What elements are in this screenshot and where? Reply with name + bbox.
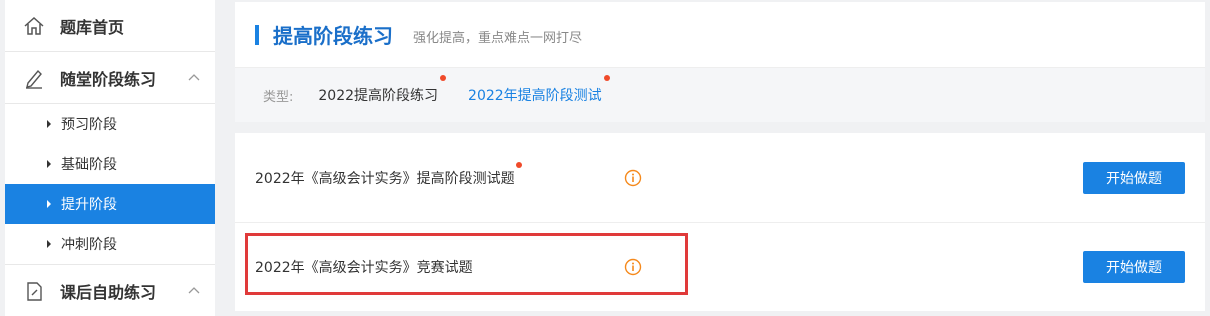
exam-list: 2022年《高级会计实务》提高阶段测试题 开始做题 2022年《高级会计实务》竞… [235,133,1205,311]
type-label: 类型: [263,89,294,105]
triangle-right-icon [47,200,51,208]
triangle-right-icon [47,120,51,128]
exam-title[interactable]: 2022年《高级会计实务》提高阶段测试题 [255,161,522,188]
start-exam-button[interactable]: 开始做题 [1083,251,1185,283]
document-icon [23,280,45,302]
home-icon [23,15,45,37]
exam-title-text: 2022年《高级会计实务》提高阶段测试题 [255,170,515,187]
triangle-right-icon [47,160,51,168]
type-option-label: 2022年提高阶段测试 [468,88,602,104]
sidebar-item-label: 预习阶段 [61,117,117,133]
title-row: 提高阶段练习 强化提高，重点难点一网打尽 [235,2,1205,67]
sidebar-item-label: 冲刺阶段 [61,237,117,253]
sidebar-item-label: 基础阶段 [61,157,117,173]
sidebar-item-basic[interactable]: 基础阶段 [5,144,215,184]
new-dot [603,75,610,81]
sidebar-item-label: 提升阶段 [61,197,117,213]
sidebar-item-improve[interactable]: 提升阶段 [5,184,215,224]
sidebar-section-home[interactable]: 题库首页 [5,0,215,52]
type-option-practice[interactable]: 2022提高阶段练习 [318,75,447,105]
sidebar-section-class-practice[interactable]: 随堂阶段练习 [5,52,215,104]
sidebar-section-label: 题库首页 [60,17,125,37]
page-title: 提高阶段练习 [273,24,393,48]
sidebar-section-label: 随堂阶段练习 [60,69,157,89]
new-dot [515,161,522,168]
type-filter: 类型: 2022提高阶段练习 2022年提高阶段测试 [235,67,1205,122]
title-accent-bar [255,24,259,45]
info-icon[interactable] [624,258,642,276]
page-subtitle: 强化提高，重点难点一网打尽 [413,31,583,46]
type-option-test[interactable]: 2022年提高阶段测试 [468,75,610,105]
exam-row: 2022年《高级会计实务》提高阶段测试题 开始做题 [235,133,1205,222]
chevron-up-icon[interactable] [187,283,201,302]
exam-title[interactable]: 2022年《高级会计实务》竞赛试题 [255,257,473,277]
sidebar-item-sprint[interactable]: 冲刺阶段 [5,224,215,264]
sidebar-item-preview[interactable]: 预习阶段 [5,104,215,144]
sidebar: 题库首页 随堂阶段练习 预习阶段 基础阶段 提升阶段 冲刺阶段 课后自助练习 [5,0,215,316]
pencil-icon [23,67,45,89]
exam-title-text: 2022年《高级会计实务》竞赛试题 [255,260,473,276]
sidebar-section-self-practice[interactable]: 课后自助练习 [5,264,215,316]
header-card: 提高阶段练习 强化提高，重点难点一网打尽 类型: 2022提高阶段练习 2022… [235,2,1205,122]
type-option-label: 2022提高阶段练习 [318,88,439,104]
chevron-up-icon[interactable] [187,70,201,89]
info-icon[interactable] [624,169,642,187]
sidebar-section-label: 课后自助练习 [60,282,157,302]
exam-row: 2022年《高级会计实务》竞赛试题 开始做题 [235,222,1205,311]
start-exam-button[interactable]: 开始做题 [1083,161,1185,194]
triangle-right-icon [47,240,51,248]
new-dot [440,75,447,81]
